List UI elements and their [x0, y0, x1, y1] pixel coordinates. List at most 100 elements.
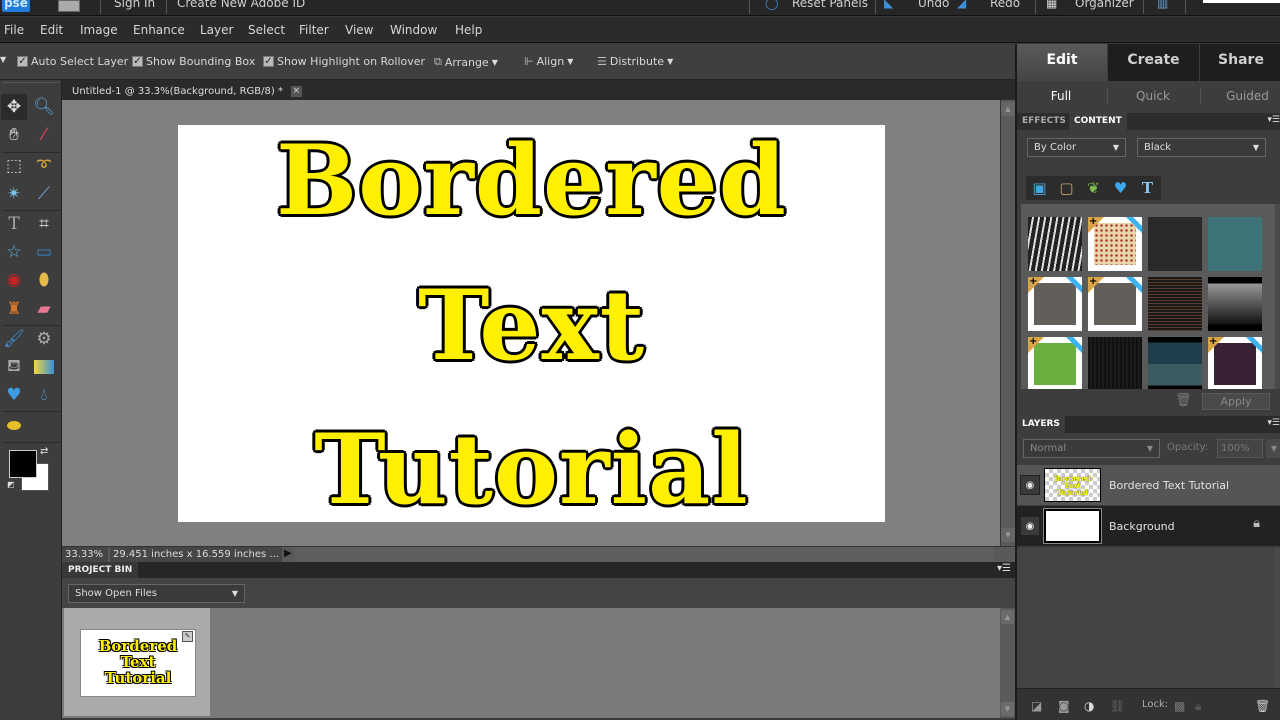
scroll-up-icon[interactable]: ▲: [1001, 610, 1014, 624]
lock-all-icon[interactable]: 🔒︎: [1195, 699, 1201, 714]
mode-tab-create[interactable]: Create: [1108, 44, 1199, 81]
panel-menu-icon[interactable]: ▾☰: [997, 563, 1011, 574]
document-thumbnail[interactable]: Bordered Text Tutorial: [80, 629, 196, 697]
distribute-dropdown[interactable]: ☰ Distribute ▼: [597, 55, 673, 68]
color-filter-dropdown[interactable]: Black ▼: [1137, 138, 1266, 157]
tab-content[interactable]: CONTENT: [1069, 113, 1127, 130]
shapes-icon[interactable]: ♥: [1107, 176, 1134, 200]
screen-layout-icon[interactable]: [58, 0, 80, 12]
layer-row-selected[interactable]: ◉ Background 🔒︎: [1017, 506, 1280, 546]
healing-brush-tool-icon[interactable]: ⬮: [31, 267, 57, 293]
project-bin-tab[interactable]: PROJECT BIN: [62, 562, 139, 578]
submode-full[interactable]: Full: [1017, 81, 1105, 111]
mode-tab-share[interactable]: Share: [1200, 44, 1280, 81]
crop-tool-icon[interactable]: ⌗: [31, 211, 57, 237]
menu-filter[interactable]: Filter: [299, 23, 329, 37]
scroll-down-icon[interactable]: ▼: [1001, 528, 1015, 542]
canvas-vertical-scrollbar[interactable]: ▲ ▼: [1000, 100, 1015, 546]
close-tab-icon[interactable]: ×: [290, 85, 302, 97]
submode-guided[interactable]: Guided: [1201, 81, 1280, 111]
blur-tool-icon[interactable]: 💧︎: [31, 382, 57, 408]
new-layer-icon[interactable]: ◪: [1031, 699, 1042, 713]
reset-panels-button[interactable]: Reset Panels: [792, 0, 868, 10]
content-swatch-teal-texture[interactable]: [1208, 217, 1262, 271]
content-swatch-dark-teal-drips[interactable]: [1148, 337, 1202, 391]
menu-image[interactable]: Image: [80, 23, 118, 37]
sort-by-dropdown[interactable]: By Color ▼: [1027, 138, 1126, 157]
organizer-button[interactable]: Organizer: [1075, 0, 1134, 10]
frames-icon[interactable]: ▢: [1053, 176, 1080, 200]
opacity-dropdown-icon[interactable]: ▼: [1266, 439, 1280, 458]
lasso-tool-icon[interactable]: ➰︎: [31, 153, 57, 179]
menu-select[interactable]: Select: [248, 23, 285, 37]
content-swatch-tilted-gray-paper[interactable]: [1088, 277, 1142, 331]
building-icon[interactable]: ▥: [1157, 0, 1168, 10]
trash-icon[interactable]: 🗑︎: [1175, 393, 1192, 408]
default-colors-icon[interactable]: ◩: [7, 480, 15, 489]
magic-wand-tool-icon[interactable]: ✴: [1, 181, 27, 207]
tab-effects[interactable]: EFFECTS: [1017, 113, 1071, 130]
menu-enhance[interactable]: Enhance: [133, 23, 185, 37]
redo-button[interactable]: Redo: [990, 0, 1020, 10]
delete-layer-icon[interactable]: 🗑︎: [1255, 699, 1270, 713]
toolbox-grip[interactable]: [2, 82, 60, 83]
sign-in-link[interactable]: Sign In: [114, 0, 155, 10]
content-swatch-gray-frame[interactable]: [1028, 277, 1082, 331]
panel-menu-icon[interactable]: ▾☰: [1267, 115, 1280, 125]
content-swatch-dotted-beige[interactable]: [1088, 217, 1142, 271]
layer-row[interactable]: ◉ Bordered Text Tutorial Bordered Text T…: [1017, 465, 1280, 505]
auto-select-layer-checkbox[interactable]: ✓ Auto Select Layer: [17, 55, 128, 68]
content-swatch-dark-texture[interactable]: [1148, 217, 1202, 271]
smart-brush-tool-icon[interactable]: ⚙: [31, 326, 57, 352]
clone-stamp-tool-icon[interactable]: ♜: [1, 296, 27, 322]
menu-edit[interactable]: Edit: [40, 23, 63, 37]
text-effects-icon[interactable]: T: [1134, 176, 1161, 200]
menu-layer[interactable]: Layer: [200, 23, 233, 37]
submode-quick[interactable]: Quick: [1108, 81, 1198, 111]
content-swatch-purple-texture[interactable]: [1208, 337, 1262, 391]
adjustment-layer-icon[interactable]: ◑: [1084, 699, 1094, 713]
link-layers-icon[interactable]: ⛓︎: [1110, 699, 1125, 713]
undo-button[interactable]: Undo: [918, 0, 949, 10]
visibility-eye-icon[interactable]: ◉: [1020, 516, 1040, 536]
paint-bucket-tool-icon[interactable]: ⛾: [1, 354, 27, 380]
canvas-horizontal-scrollbar[interactable]: [294, 547, 994, 562]
graphics-icon[interactable]: ❦: [1080, 176, 1107, 200]
lock-transparency-icon[interactable]: ▩: [1174, 699, 1185, 713]
project-bin-scrollbar[interactable]: ▲ ▼: [1000, 608, 1015, 718]
show-highlight-checkbox[interactable]: ✓ Show Highlight on Rollover: [263, 55, 425, 68]
create-adobe-id-link[interactable]: Create New Adobe ID: [177, 0, 305, 10]
gradient-tool-icon[interactable]: [34, 360, 54, 374]
add-mask-icon[interactable]: ◙: [1058, 699, 1070, 713]
custom-shape-tool-icon[interactable]: ♥: [1, 382, 27, 408]
menu-window[interactable]: Window: [390, 23, 437, 37]
align-dropdown[interactable]: ⊩ Align ▼: [524, 55, 573, 68]
apply-button[interactable]: Apply: [1202, 393, 1270, 410]
scroll-down-icon[interactable]: ▼: [1001, 702, 1014, 716]
eyedropper-tool-icon[interactable]: ⁄: [31, 122, 57, 148]
type-tool-icon[interactable]: T: [1, 211, 27, 237]
eraser-tool-icon[interactable]: ▰: [31, 296, 57, 322]
foreground-color-swatch[interactable]: [9, 450, 37, 478]
panel-menu-icon[interactable]: ▾☰: [1267, 418, 1280, 428]
straighten-tool-icon[interactable]: ▭: [31, 239, 57, 265]
content-swatch-black-stripes[interactable]: [1088, 337, 1142, 391]
tab-layers[interactable]: LAYERS: [1017, 416, 1065, 433]
tool-preset-dropdown[interactable]: ▼: [0, 55, 6, 64]
document-canvas[interactable]: Bordered Text Tutorial: [178, 125, 885, 522]
sponge-tool-icon[interactable]: ⬬: [1, 413, 27, 439]
status-menu-arrow-icon[interactable]: ▶: [284, 548, 292, 559]
quick-selection-tool-icon[interactable]: ⟋: [31, 181, 57, 207]
document-tab[interactable]: Untitled-1 @ 33.3%(Background, RGB/8) * …: [66, 82, 308, 100]
content-swatch-green-paper[interactable]: [1028, 337, 1082, 391]
layers-scrollbar[interactable]: [1274, 548, 1280, 688]
zoom-level[interactable]: 33.33%: [62, 547, 108, 562]
hand-tool-icon[interactable]: ✋︎: [1, 122, 27, 148]
show-open-files-dropdown[interactable]: Show Open Files ▼: [68, 584, 245, 603]
show-bounding-box-checkbox[interactable]: ✓ Show Bounding Box: [132, 55, 255, 68]
project-bin-item[interactable]: Bordered Text Tutorial ✎: [64, 608, 210, 716]
visibility-eye-icon[interactable]: ◉: [1020, 475, 1040, 495]
search-field[interactable]: [1203, 0, 1280, 3]
content-swatch-gray-gradient[interactable]: [1208, 277, 1262, 331]
canvas-area[interactable]: Bordered Text Tutorial: [62, 100, 1000, 546]
